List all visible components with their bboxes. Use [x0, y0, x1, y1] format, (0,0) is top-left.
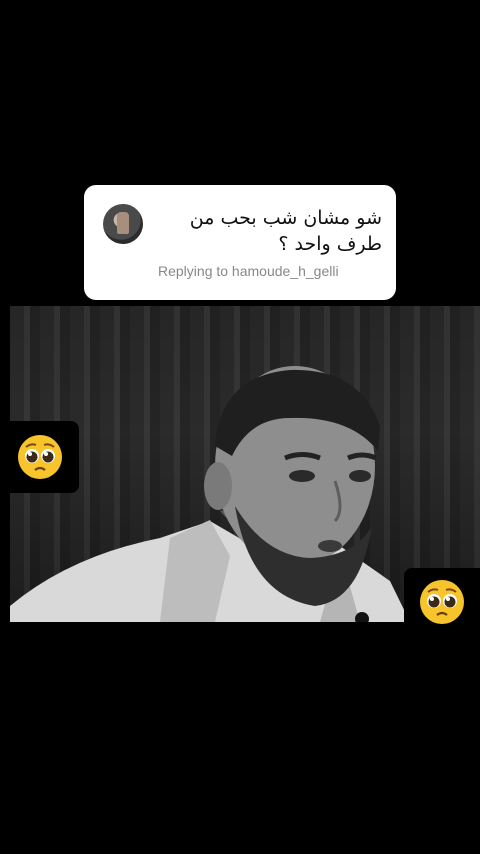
- pleading-face-icon: [17, 435, 62, 479]
- pleading-face-icon: [420, 580, 464, 624]
- replying-to-label: Replying to hamoude_h_gelli: [158, 263, 339, 279]
- sticker-right[interactable]: [404, 568, 480, 636]
- commenter-avatar[interactable]: [103, 204, 143, 244]
- comment-question-text: شو مشان شب بحب من طرف واحد ؟: [189, 207, 382, 255]
- sticker-left[interactable]: [0, 421, 79, 493]
- reply-comment-card[interactable]: شو مشان شب بحب من طرف واحد ؟ Replying to…: [84, 185, 396, 300]
